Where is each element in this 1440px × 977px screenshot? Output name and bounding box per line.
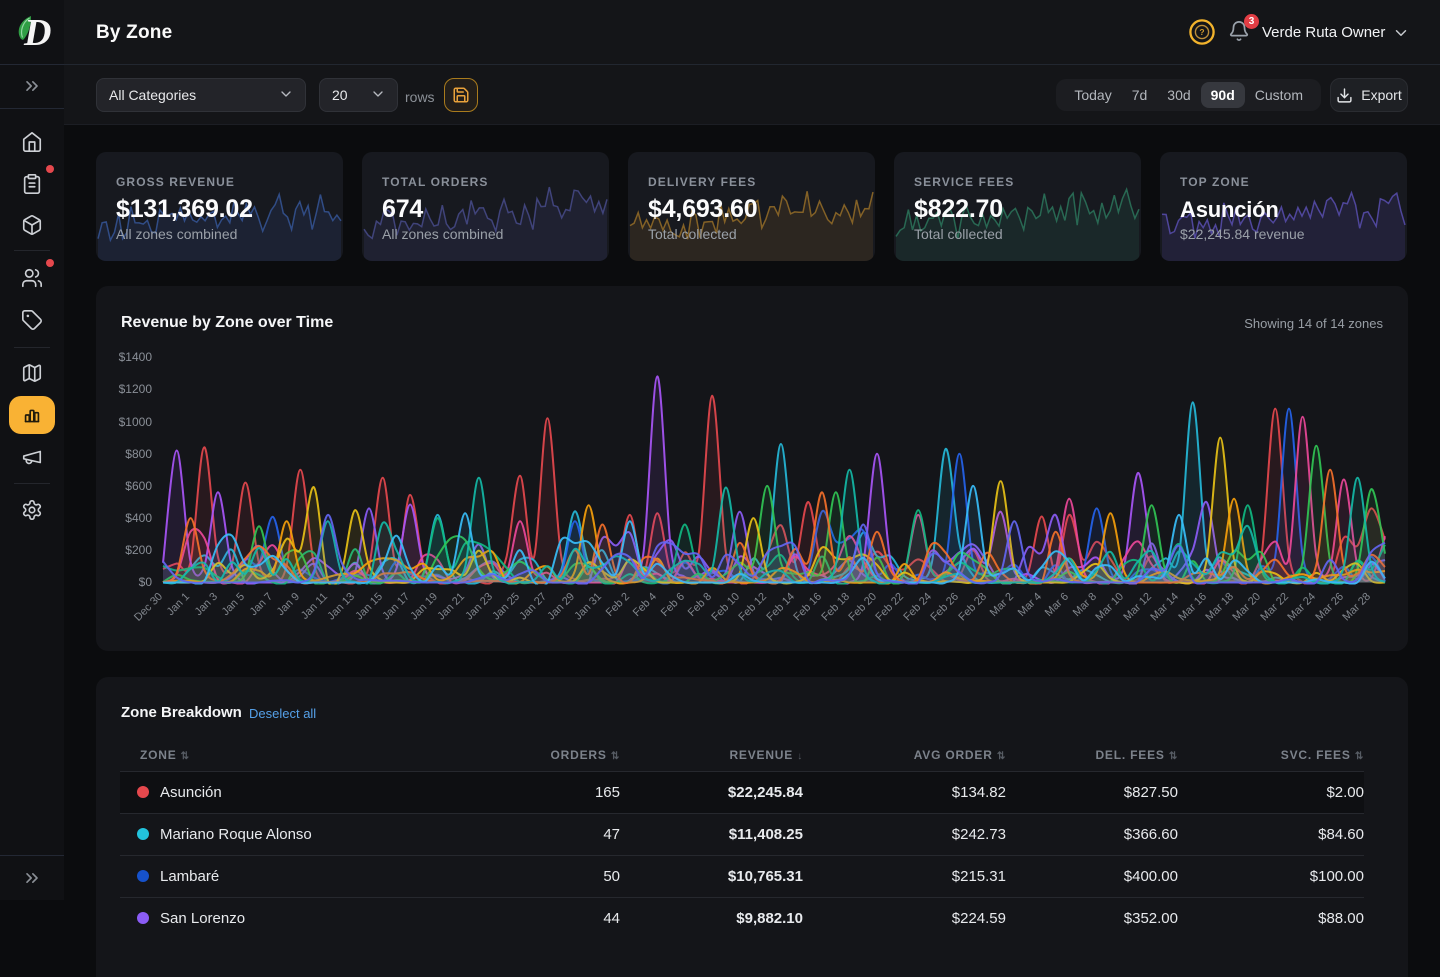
svg-text:Mar 18: Mar 18	[1203, 591, 1236, 624]
svg-text:$1000: $1000	[119, 415, 153, 429]
svg-text:Mar 2: Mar 2	[988, 591, 1016, 619]
svg-text:$0: $0	[139, 575, 153, 589]
svg-text:Jan 9: Jan 9	[275, 591, 303, 619]
svg-text:Mar 20: Mar 20	[1230, 591, 1263, 624]
svg-text:Feb 2: Feb 2	[604, 591, 632, 619]
svg-text:Mar 6: Mar 6	[1043, 591, 1071, 619]
svg-text:Jan 3: Jan 3	[193, 591, 221, 619]
svg-text:Mar 24: Mar 24	[1285, 591, 1318, 624]
svg-text:Jan 27: Jan 27	[517, 591, 549, 623]
svg-text:$800: $800	[125, 447, 152, 461]
svg-text:Feb 10: Feb 10	[709, 591, 742, 624]
svg-text:Mar 12: Mar 12	[1121, 591, 1154, 624]
svg-text:Feb 18: Feb 18	[819, 591, 852, 624]
svg-text:Mar 10: Mar 10	[1093, 591, 1126, 624]
svg-text:Feb 20: Feb 20	[846, 591, 879, 624]
svg-text:D: D	[23, 12, 51, 54]
svg-text:Dec 30: Dec 30	[132, 591, 165, 624]
svg-text:Feb 22: Feb 22	[873, 591, 906, 624]
svg-text:Feb 12: Feb 12	[736, 591, 769, 624]
svg-text:Jan 5: Jan 5	[220, 591, 248, 619]
svg-text:Jan 23: Jan 23	[463, 591, 495, 623]
svg-text:Feb 24: Feb 24	[901, 591, 934, 624]
svg-text:Jan 19: Jan 19	[408, 591, 440, 623]
svg-text:Mar 28: Mar 28	[1340, 591, 1373, 624]
svg-text:Jan 13: Jan 13	[325, 591, 357, 623]
svg-text:Feb 28: Feb 28	[956, 591, 989, 624]
svg-text:Feb 14: Feb 14	[764, 591, 797, 624]
svg-text:$200: $200	[125, 543, 152, 557]
svg-text:Jan 25: Jan 25	[490, 591, 522, 623]
svg-text:$1400: $1400	[119, 350, 153, 364]
svg-text:Jan 11: Jan 11	[299, 591, 330, 622]
svg-text:Jan 29: Jan 29	[545, 591, 577, 623]
svg-text:Jan 15: Jan 15	[353, 591, 385, 623]
svg-text:Feb 4: Feb 4	[631, 591, 659, 619]
svg-text:?: ?	[1199, 27, 1204, 37]
svg-text:Mar 16: Mar 16	[1176, 591, 1209, 624]
svg-text:$600: $600	[125, 479, 152, 493]
svg-text:$400: $400	[125, 511, 152, 525]
svg-text:Jan 17: Jan 17	[380, 591, 412, 623]
svg-text:Jan 7: Jan 7	[248, 591, 276, 619]
svg-text:Mar 22: Mar 22	[1258, 591, 1291, 624]
svg-text:Feb 6: Feb 6	[659, 591, 687, 619]
svg-text:Jan 31: Jan 31	[572, 591, 604, 623]
svg-text:Jan 21: Jan 21	[435, 591, 467, 623]
svg-text:Mar 4: Mar 4	[1016, 591, 1044, 619]
svg-text:$1200: $1200	[119, 382, 153, 396]
svg-text:Mar 14: Mar 14	[1148, 591, 1181, 624]
svg-text:Mar 26: Mar 26	[1313, 591, 1346, 624]
svg-text:Jan 1: Jan 1	[165, 591, 193, 619]
svg-text:Feb 26: Feb 26	[928, 591, 961, 624]
svg-text:Feb 16: Feb 16	[791, 591, 824, 624]
